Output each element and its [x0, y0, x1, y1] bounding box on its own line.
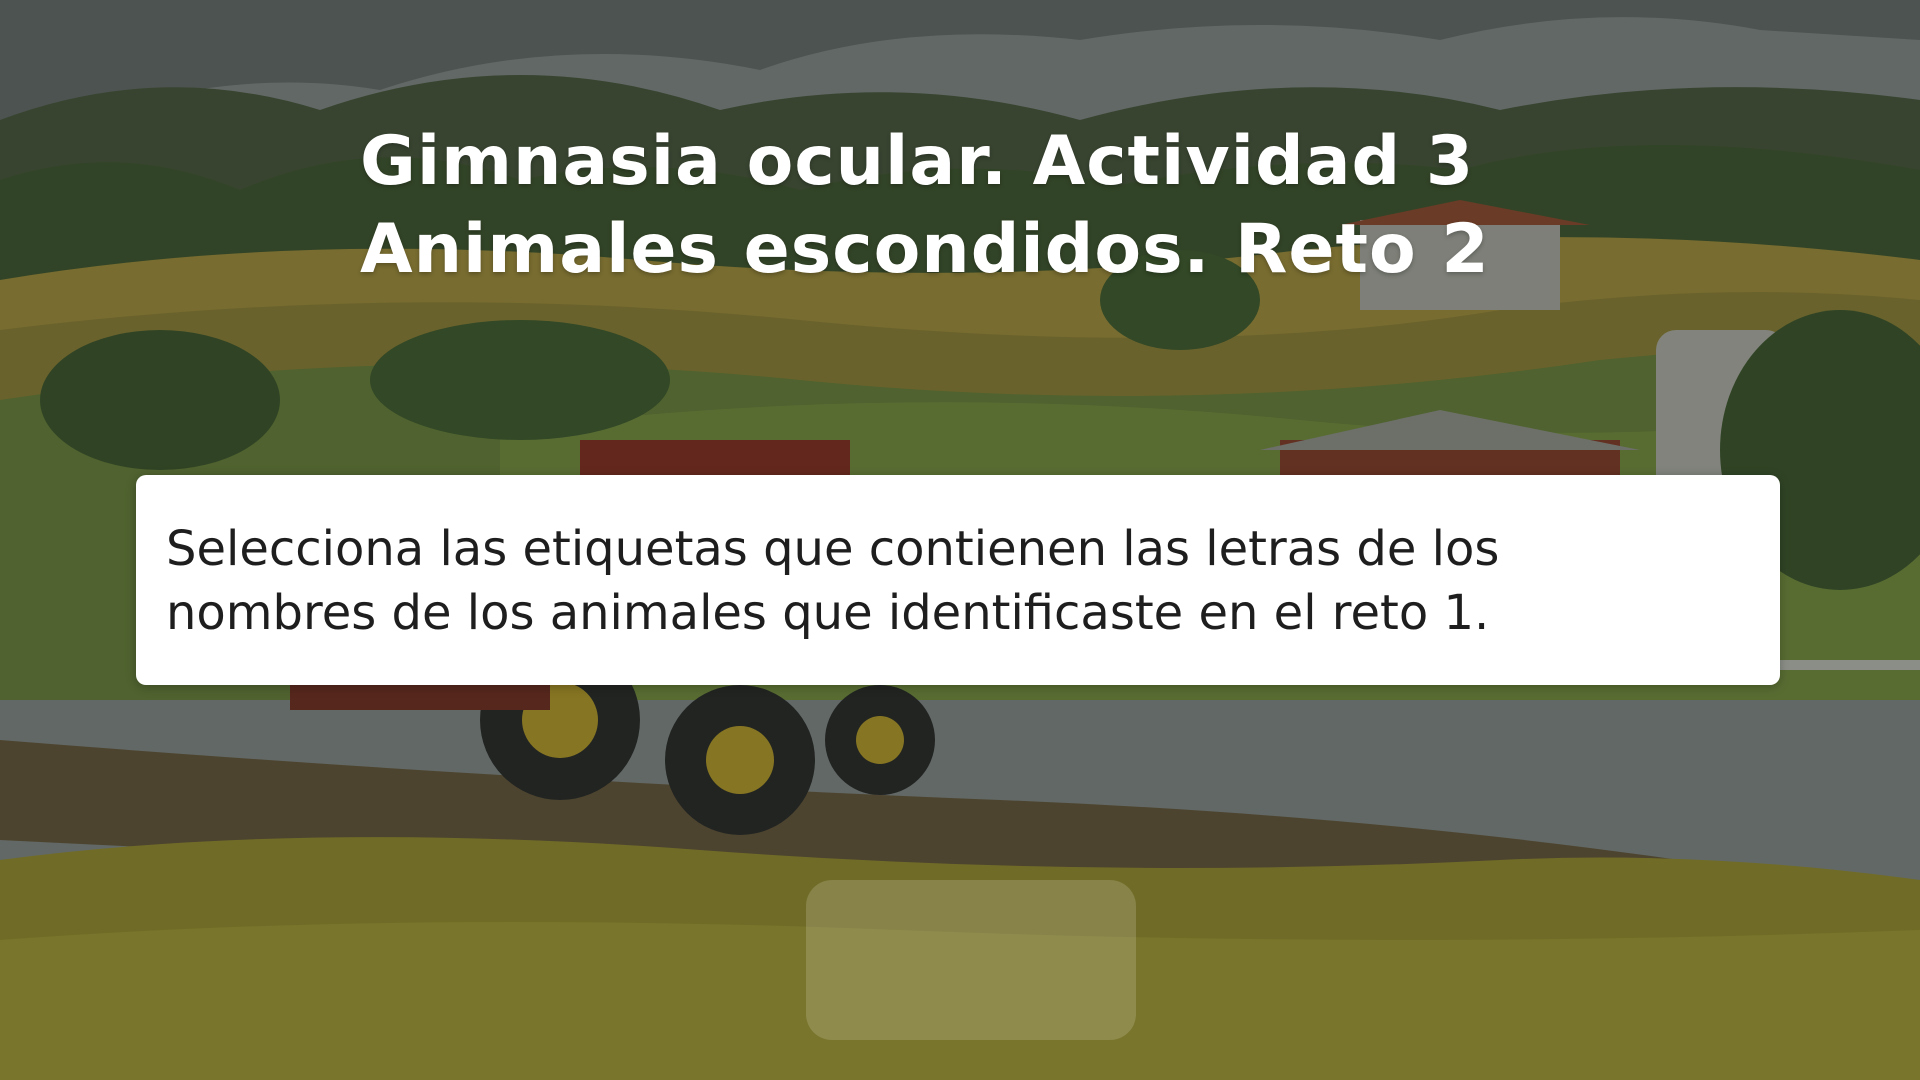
activity-screen: Gimnasia ocular. Actividad 3 Animales es… [0, 0, 1920, 1080]
title-line-2: Animales escondidos. Reto 2 [360, 210, 1490, 289]
continue-button[interactable] [806, 880, 1136, 1040]
title-line-1: Gimnasia ocular. Actividad 3 [360, 122, 1475, 201]
instruction-card: Selecciona las etiquetas que contienen l… [136, 475, 1780, 685]
instruction-text: Selecciona las etiquetas que contienen l… [166, 517, 1756, 645]
instruction-line-2: nombres de los animales que identificast… [166, 585, 1490, 641]
instruction-line-1: Selecciona las etiquetas que contienen l… [166, 521, 1500, 577]
activity-title: Gimnasia ocular. Actividad 3 Animales es… [360, 118, 1560, 294]
